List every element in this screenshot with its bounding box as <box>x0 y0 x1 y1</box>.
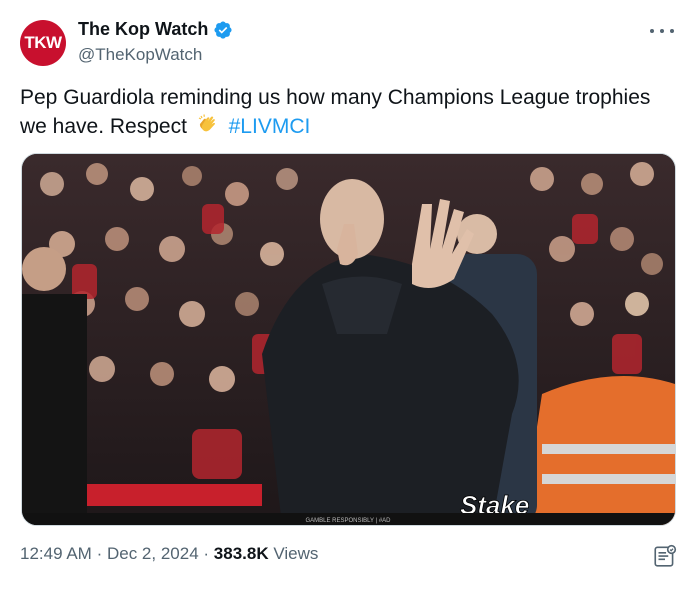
views-count: 383.8K <box>213 544 269 563</box>
meta-separator: · <box>96 544 103 563</box>
photo-illustration: Stake GAMBLE RESPONSIBLY | #AD <box>22 154 675 525</box>
tweet-photo[interactable]: Stake GAMBLE RESPONSIBLY | #AD <box>21 153 676 526</box>
author-name-row: The Kop Watch <box>78 19 233 40</box>
verified-badge-icon[interactable] <box>213 20 233 40</box>
community-notes-icon[interactable] <box>652 543 678 569</box>
display-name[interactable]: The Kop Watch <box>78 19 208 40</box>
tweet-body: Pep Guardiola reminding us how many Cham… <box>20 86 651 138</box>
tweet-text: Pep Guardiola reminding us how many Cham… <box>20 83 680 141</box>
meta-separator: · <box>203 544 210 563</box>
tweet-meta: 12:49 AM · Dec 2, 2024 · 383.8K Views <box>20 544 318 564</box>
tweet-date[interactable]: Dec 2, 2024 <box>107 544 199 563</box>
clapping-hands-icon <box>198 114 215 132</box>
avatar-text: TKW <box>24 33 62 52</box>
hashtag-link[interactable]: #LIVMCI <box>229 115 311 138</box>
avatar[interactable]: TKW <box>20 20 66 66</box>
views-label: Views <box>273 544 319 563</box>
tweet-time[interactable]: 12:49 AM <box>20 544 92 563</box>
author-handle[interactable]: @TheKopWatch <box>78 45 202 65</box>
more-dots-icon[interactable] <box>650 24 674 38</box>
gamble-footer-text: GAMBLE RESPONSIBLY | #AD <box>305 518 391 524</box>
